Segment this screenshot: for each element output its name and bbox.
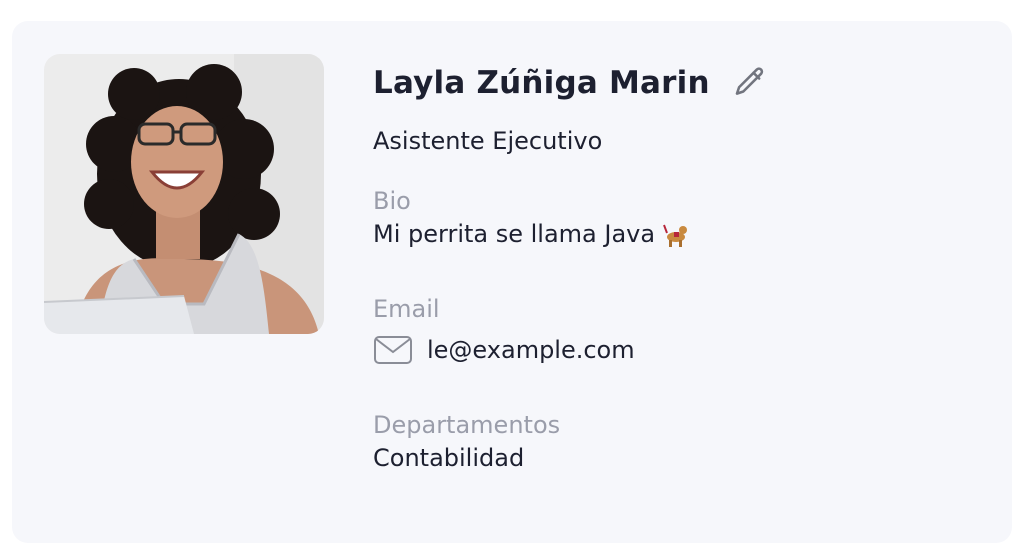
email-value[interactable]: le@example.com: [427, 333, 635, 367]
email-row: le@example.com: [373, 333, 973, 367]
bio-value: Mi perrita se llama Java: [373, 217, 973, 251]
departments-label: Departamentos: [373, 411, 561, 439]
envelope-icon: [373, 335, 413, 365]
bio-label: Bio: [373, 187, 411, 215]
edit-button[interactable]: [730, 64, 768, 102]
name-row: Layla Zúñiga Marin: [373, 61, 973, 105]
profile-photo: [44, 54, 324, 334]
bio-text: Mi perrita se llama Java: [373, 220, 656, 248]
job-title: Asistente Ejecutivo: [373, 127, 603, 155]
profile-card: Layla Zúñiga Marin Asistente Ejecutivo B…: [12, 21, 1012, 543]
departments-value: Contabilidad: [373, 444, 525, 472]
profile-info: Layla Zúñiga Marin Asistente Ejecutivo B…: [373, 61, 973, 475]
email-label: Email: [373, 295, 440, 323]
profile-name: Layla Zúñiga Marin: [373, 65, 710, 101]
pencil-icon: [735, 67, 763, 95]
guide-dog-icon: [661, 220, 691, 248]
